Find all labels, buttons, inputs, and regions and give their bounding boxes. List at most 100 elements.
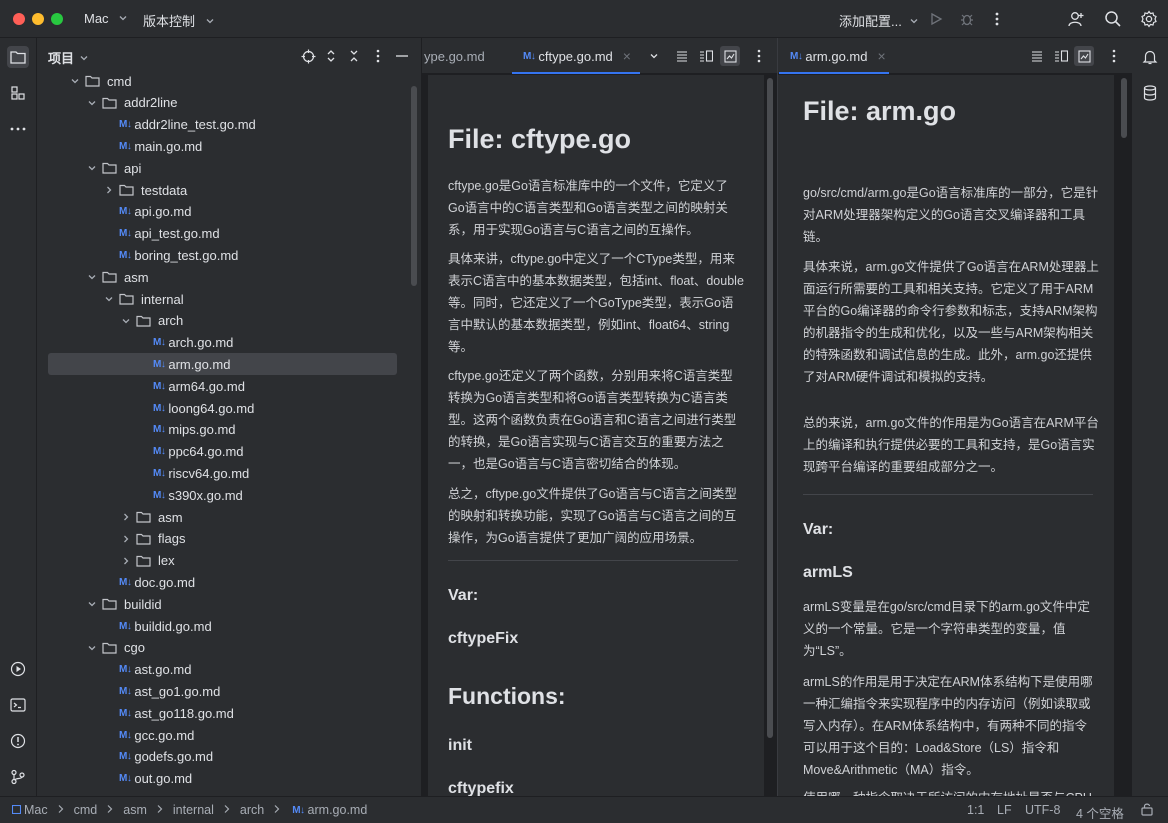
tree-folder-row[interactable]: internal <box>37 288 421 310</box>
tree-folder-row[interactable]: buildid <box>37 593 421 615</box>
breadcrumb-item[interactable]: arch <box>240 803 264 817</box>
settings-gear-icon[interactable] <box>1139 9 1159 29</box>
database-icon[interactable] <box>1139 82 1161 104</box>
preview-scrollbar[interactable] <box>767 78 773 738</box>
chevron-down-icon[interactable] <box>84 163 100 173</box>
lock-icon[interactable] <box>1140 802 1154 819</box>
preview-scrollbar[interactable] <box>1121 78 1127 138</box>
more-actions-icon[interactable] <box>987 9 1007 29</box>
line-separator[interactable]: LF <box>997 803 1012 817</box>
problems-icon[interactable] <box>7 730 29 752</box>
indent-setting[interactable]: 4 个空格 <box>1076 803 1124 822</box>
tree-folder-row[interactable]: lex <box>37 550 421 572</box>
tree-folder-row[interactable]: arch <box>37 310 421 332</box>
run-icon[interactable] <box>926 9 946 29</box>
tree-file-row[interactable]: M↓ godefs.go.md <box>37 746 421 768</box>
breadcrumb-item[interactable]: asm <box>123 803 147 817</box>
tree-folder-row[interactable]: asm <box>37 506 421 528</box>
chevron-down-icon[interactable] <box>84 643 100 653</box>
tree-folder-row[interactable]: flags <box>37 528 421 550</box>
tab-arm-go-md[interactable]: M↓ arm.go.md × <box>779 38 889 74</box>
editor-options-icon[interactable] <box>1104 46 1124 66</box>
tree-file-row[interactable]: M↓ api.go.md <box>37 201 421 223</box>
tree-file-row[interactable]: M↓ addr2line_test.go.md <box>37 114 421 136</box>
run-config-selector[interactable]: 添加配置... <box>839 11 919 30</box>
more-tools-icon[interactable] <box>7 118 29 140</box>
editor-only-icon[interactable] <box>672 46 692 66</box>
caret-position[interactable]: 1:1 <box>967 803 984 817</box>
tree-file-row[interactable]: M↓ buildid.go.md <box>37 615 421 637</box>
tab-cftype-go-md[interactable]: M↓ cftype.go.md × <box>512 38 640 74</box>
editor-only-icon[interactable] <box>1027 46 1047 66</box>
close-tab-icon[interactable]: × <box>623 48 631 64</box>
tree-folder-row[interactable]: cgo <box>37 637 421 659</box>
chevron-down-icon[interactable] <box>84 272 100 282</box>
tab-type-go-md[interactable]: ype.go.md <box>424 38 508 74</box>
project-switcher[interactable]: Mac <box>84 11 128 26</box>
git-icon[interactable] <box>7 766 29 788</box>
breadcrumb-item[interactable]: internal <box>173 803 214 817</box>
zoom-window-button[interactable] <box>51 13 63 25</box>
tree-folder-row[interactable]: testdata <box>37 179 421 201</box>
tree-folder-row[interactable]: cmd <box>37 70 421 92</box>
tree-file-row[interactable]: M↓ loong64.go.md <box>37 397 421 419</box>
structure-icon[interactable] <box>7 82 29 104</box>
terminal-icon[interactable] <box>7 694 29 716</box>
tree-file-row[interactable]: M↓ arm.go.md <box>48 353 397 376</box>
project-view-selector[interactable]: 项目 <box>48 48 89 67</box>
editor-and-preview-icon[interactable] <box>1051 46 1071 66</box>
breadcrumb-item[interactable]: arm.go.md <box>308 803 368 817</box>
tree-file-row[interactable]: M↓ s390x.go.md <box>37 484 421 506</box>
tree-file-row[interactable]: M↓ doc.go.md <box>37 571 421 593</box>
tree-file-row[interactable]: M↓ mips.go.md <box>37 419 421 441</box>
close-window-button[interactable] <box>13 13 25 25</box>
breadcrumb-item[interactable]: Mac <box>24 803 48 817</box>
tree-file-row[interactable]: M↓ api_test.go.md <box>37 223 421 245</box>
tree-folder-row[interactable]: api <box>37 157 421 179</box>
preview-only-icon[interactable] <box>1074 46 1094 66</box>
project-scrollbar[interactable] <box>411 86 417 286</box>
hide-panel-icon[interactable] <box>392 46 412 66</box>
locate-file-icon[interactable] <box>298 46 318 66</box>
tree-file-row[interactable]: M↓ arm64.go.md <box>37 375 421 397</box>
chevron-down-icon[interactable] <box>101 294 117 304</box>
expand-all-icon[interactable] <box>321 46 341 66</box>
tree-file-row[interactable]: M↓ ast_go1.go.md <box>37 680 421 702</box>
tree-file-row[interactable]: M↓ ast.go.md <box>37 659 421 681</box>
run-services-icon[interactable] <box>7 658 29 680</box>
tree-file-row[interactable]: M↓ boring_test.go.md <box>37 244 421 266</box>
project-folder-icon[interactable] <box>7 46 29 68</box>
chevron-right-icon[interactable] <box>101 185 117 195</box>
tree-folder-row[interactable]: asm <box>37 266 421 288</box>
file-encoding[interactable]: UTF-8 <box>1025 803 1060 817</box>
chevron-right-icon[interactable] <box>118 534 134 544</box>
chevron-down-icon[interactable] <box>84 98 100 108</box>
debug-icon[interactable] <box>957 9 977 29</box>
tabs-dropdown-icon[interactable] <box>644 46 664 66</box>
tree-file-row[interactable]: M↓ riscv64.go.md <box>37 462 421 484</box>
tree-file-row[interactable]: M↓ arch.go.md <box>37 332 421 354</box>
tree-file-row[interactable]: M↓ out.go.md <box>37 768 421 790</box>
tree-file-row[interactable]: M↓ ast_go118.go.md <box>37 702 421 724</box>
preview-only-icon[interactable] <box>720 46 740 66</box>
editor-options-icon[interactable] <box>749 46 769 66</box>
chevron-down-icon[interactable] <box>118 316 134 326</box>
tree-file-row[interactable]: M↓ ppc64.go.md <box>37 441 421 463</box>
collapse-all-icon[interactable] <box>344 46 364 66</box>
tree-file-row[interactable]: M↓ gcc.go.md <box>37 724 421 746</box>
tree-file-row[interactable]: M↓ main.go.md <box>37 135 421 157</box>
minimize-window-button[interactable] <box>32 13 44 25</box>
search-icon[interactable] <box>1103 9 1123 29</box>
chevron-right-icon[interactable] <box>118 512 134 522</box>
close-tab-icon[interactable]: × <box>877 48 885 64</box>
breadcrumb-item[interactable]: cmd <box>74 803 98 817</box>
chevron-down-icon[interactable] <box>84 599 100 609</box>
add-user-icon[interactable] <box>1066 9 1086 29</box>
editor-and-preview-icon[interactable] <box>696 46 716 66</box>
vcs-menu[interactable]: 版本控制 <box>143 11 215 30</box>
notifications-bell-icon[interactable] <box>1139 46 1161 68</box>
chevron-right-icon[interactable] <box>118 556 134 566</box>
tree-folder-row[interactable]: addr2line <box>37 92 421 114</box>
chevron-down-icon[interactable] <box>67 76 83 86</box>
panel-options-icon[interactable] <box>368 46 388 66</box>
